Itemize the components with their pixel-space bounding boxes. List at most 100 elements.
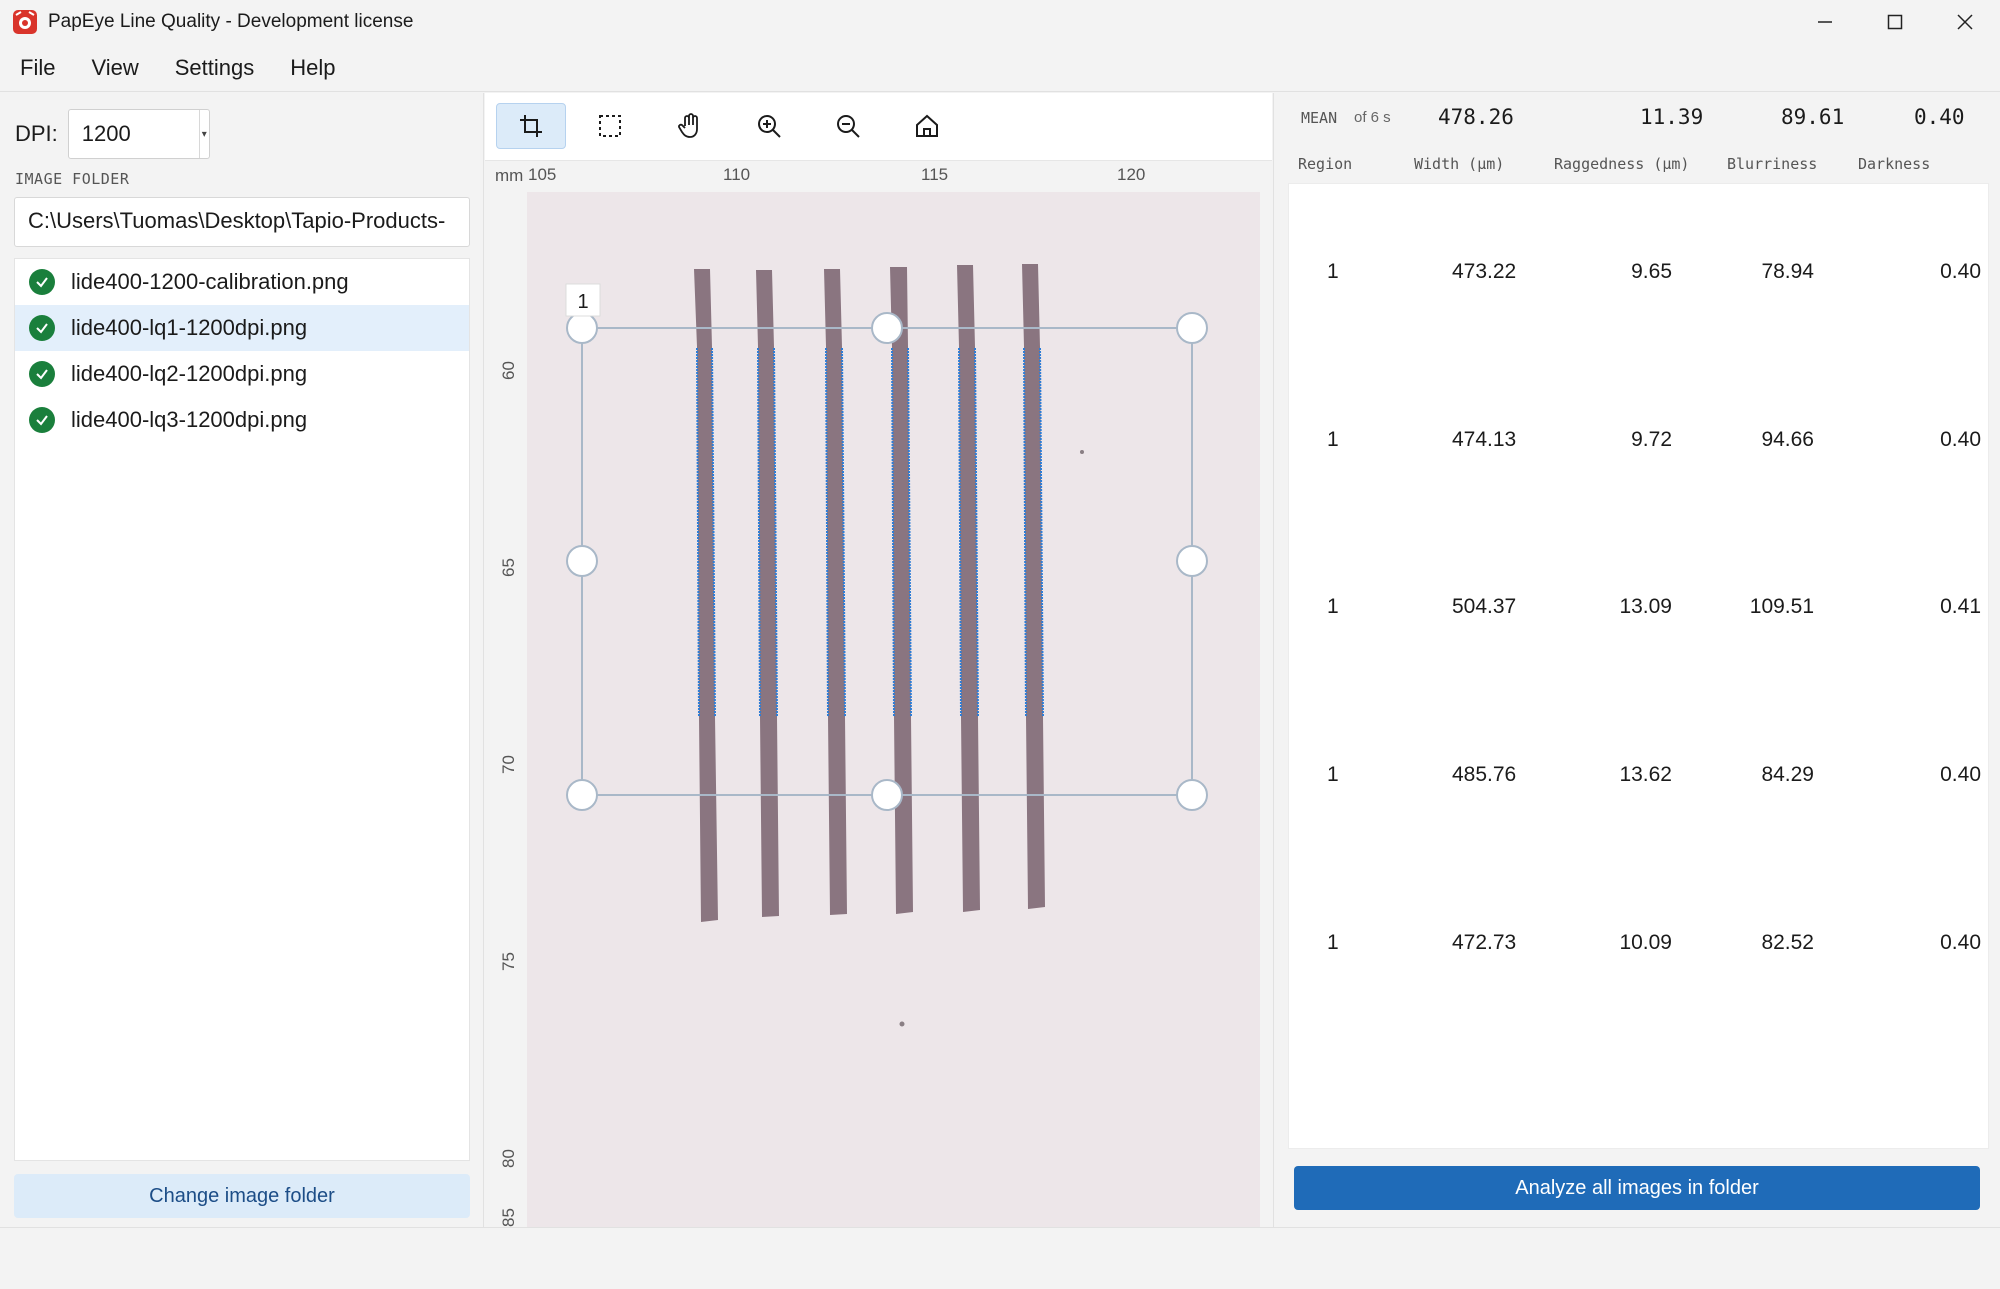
check-circle-icon — [29, 361, 55, 387]
close-icon — [1957, 14, 1973, 30]
scanned-image-canvas[interactable]: 1 — [527, 192, 1260, 1227]
zoom-in-icon — [758, 115, 781, 138]
menu-bar: File View Settings Help — [0, 44, 2000, 92]
dpi-label: DPI: — [15, 121, 58, 146]
maximize-icon — [1887, 14, 1903, 30]
home-icon — [916, 114, 938, 137]
scan-image: 1 — [527, 192, 1260, 1227]
resize-handle — [1176, 779, 1208, 811]
file-list-item-selected[interactable]: lide400-lq1-1200dpi.png — [15, 305, 469, 351]
file-list-item[interactable]: lide400-lq2-1200dpi.png — [15, 351, 469, 397]
ruler-tick: 115 — [921, 165, 949, 184]
resize-handle — [871, 312, 903, 344]
results-panel: MEAN of 6 s 478.26 11.39 89.61 0.40 Regi… — [1273, 93, 2000, 1227]
zoom-out-icon — [837, 115, 860, 138]
table-row[interactable]: 1 485.76 13.62 84.29 0.40 — [1289, 755, 1990, 795]
table-row[interactable]: 1 473.22 9.65 78.94 0.40 — [1289, 252, 1990, 292]
column-header-blurriness[interactable]: Blurriness — [1727, 155, 1817, 173]
app-logo-icon — [12, 9, 38, 35]
resize-handle — [566, 779, 598, 811]
dpi-value: 1200 — [81, 121, 131, 146]
ruler-unit: mm — [495, 166, 524, 185]
mean-raggedness: 11.39 — [1640, 105, 1704, 129]
left-panel: DPI: 1200 ▾ IMAGE FOLDER C:\Users\Tuomas… — [0, 93, 484, 1227]
dpi-row: DPI: 1200 ▾ — [15, 109, 210, 159]
change-image-folder-button[interactable]: Change image folder — [14, 1174, 470, 1218]
cell-region: 1 — [1327, 763, 1339, 786]
cell-darkness: 0.40 — [1940, 931, 1981, 954]
cell-blurriness: 84.29 — [1761, 763, 1814, 786]
home-view-button[interactable] — [892, 103, 962, 149]
file-name: lide400-1200-calibration.png — [71, 269, 349, 294]
mean-darkness: 0.40 — [1914, 105, 1965, 129]
cell-width: 504.37 — [1452, 595, 1517, 618]
mean-summary-row: MEAN of 6 s 478.26 11.39 89.61 0.40 — [1274, 93, 2000, 143]
resize-handle — [1176, 545, 1208, 577]
cell-region: 1 — [1327, 595, 1339, 618]
region-label: 1 — [577, 291, 588, 313]
select-region-icon — [599, 115, 621, 137]
cell-blurriness: 82.52 — [1761, 931, 1814, 954]
window-title: PapEye Line Quality - Development licens… — [48, 11, 414, 32]
menu-settings[interactable]: Settings — [157, 55, 273, 81]
pan-hand-icon — [678, 113, 698, 138]
mean-width: 478.26 — [1438, 105, 1514, 129]
column-header-width[interactable]: Width (µm) — [1414, 155, 1504, 173]
table-row[interactable]: 1 472.73 10.09 82.52 0.40 — [1289, 923, 1990, 963]
resize-handle — [1176, 312, 1208, 344]
zoom-out-button[interactable] — [813, 103, 883, 149]
cell-region: 1 — [1327, 428, 1339, 451]
check-circle-icon — [29, 269, 55, 295]
ruler-tick: 65 — [499, 558, 518, 577]
status-bar — [0, 1227, 2000, 1289]
resize-handle — [871, 779, 903, 811]
mean-label: MEAN — [1301, 109, 1338, 127]
cell-raggedness: 9.65 — [1631, 260, 1672, 283]
ruler-tick: 75 — [499, 952, 518, 971]
cell-width: 473.22 — [1452, 260, 1517, 283]
ruler-tick: 60 — [499, 361, 518, 380]
resize-handle — [566, 545, 598, 577]
dpi-spinner-icon[interactable]: ▾ — [198, 110, 209, 158]
close-button[interactable] — [1930, 0, 2000, 44]
image-folder-label: IMAGE FOLDER — [15, 170, 130, 188]
file-list: lide400-1200-calibration.png lide400-lq1… — [14, 258, 470, 1161]
file-list-item[interactable]: lide400-1200-calibration.png — [15, 259, 469, 305]
menu-help[interactable]: Help — [272, 55, 353, 81]
analyze-all-images-button[interactable]: Analyze all images in folder — [1294, 1166, 1980, 1210]
dpi-input[interactable]: 1200 ▾ — [67, 109, 210, 159]
cell-blurriness: 78.94 — [1761, 260, 1814, 283]
select-region-tool-button[interactable] — [575, 103, 645, 149]
results-table: 1 473.22 9.65 78.94 0.40 1 474.13 9.72 9… — [1288, 183, 1989, 1149]
cell-width: 485.76 — [1452, 763, 1517, 786]
maximize-button[interactable] — [1860, 0, 1930, 44]
menu-file[interactable]: File — [0, 55, 73, 81]
ruler-tick: 85 — [499, 1208, 518, 1227]
cell-raggedness: 10.09 — [1619, 931, 1672, 954]
cell-raggedness: 9.72 — [1631, 428, 1672, 451]
crop-tool-button[interactable] — [496, 103, 566, 149]
horizontal-ruler: mm 105 110 115 120 — [485, 161, 1272, 187]
column-header-region[interactable]: Region — [1298, 155, 1352, 173]
image-folder-path-field[interactable]: C:\Users\Tuomas\Desktop\Tapio-Products- — [14, 197, 470, 247]
file-name: lide400-lq3-1200dpi.png — [71, 407, 308, 432]
cell-width: 472.73 — [1452, 931, 1517, 954]
cell-darkness: 0.41 — [1940, 595, 1981, 618]
table-row[interactable]: 1 474.13 9.72 94.66 0.40 — [1289, 420, 1990, 460]
pan-tool-button[interactable] — [655, 103, 725, 149]
check-circle-icon — [29, 407, 55, 433]
menu-view[interactable]: View — [73, 55, 156, 81]
column-header-darkness[interactable]: Darkness — [1858, 155, 1930, 173]
column-header-raggedness[interactable]: Raggedness (µm) — [1554, 155, 1689, 173]
zoom-in-button[interactable] — [734, 103, 804, 149]
vertical-ruler: 60 65 70 75 80 85 — [485, 187, 527, 1227]
file-list-item[interactable]: lide400-lq3-1200dpi.png — [15, 397, 469, 443]
table-row[interactable]: 1 504.37 13.09 109.51 0.41 — [1289, 587, 1990, 627]
ruler-tick: 105 — [528, 165, 557, 184]
cell-raggedness: 13.09 — [1619, 595, 1672, 618]
resize-handle — [566, 312, 598, 344]
check-circle-icon — [29, 315, 55, 341]
minimize-button[interactable] — [1790, 0, 1860, 44]
crop-icon — [520, 115, 542, 137]
cell-blurriness: 109.51 — [1749, 595, 1814, 618]
